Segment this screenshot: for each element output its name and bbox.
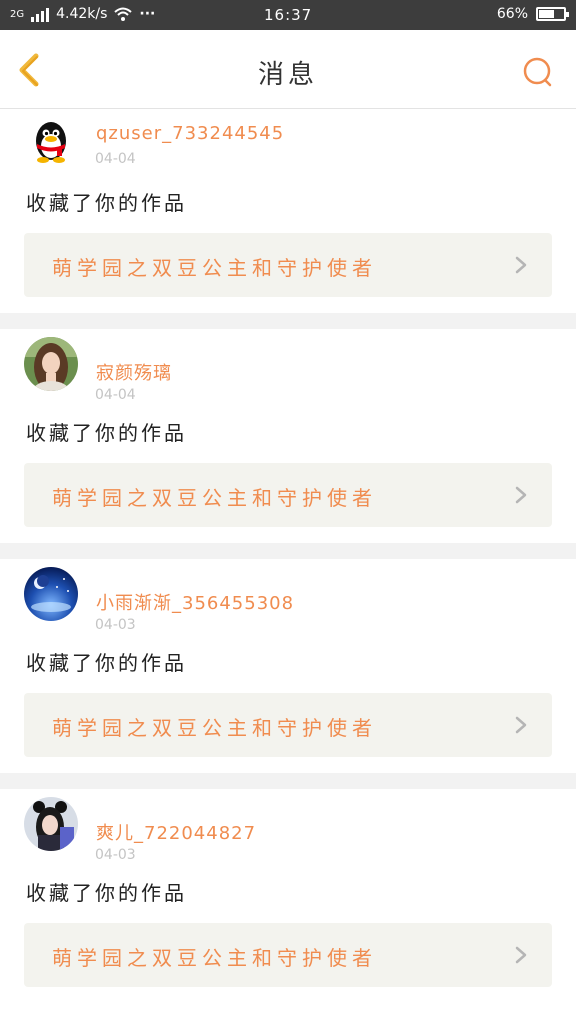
network-label: 2G xyxy=(10,8,25,20)
girl-photo-avatar[interactable] xyxy=(24,337,78,391)
battery-percent: 66% xyxy=(496,6,528,22)
wifi-icon xyxy=(114,7,133,21)
work-link[interactable]: 萌学园之双豆公主和守护使者 xyxy=(24,693,552,757)
work-title: 萌学园之双豆公主和守护使者 xyxy=(52,946,377,970)
message-card: 寂颜殇璃 04-04 收藏了你的作品 萌学园之双豆公主和守护使者 xyxy=(0,329,576,543)
penguin-avatar[interactable] xyxy=(24,113,78,167)
battery-icon xyxy=(536,7,569,21)
work-link[interactable]: 萌学园之双豆公主和守护使者 xyxy=(24,233,552,297)
chevron-right-icon xyxy=(515,946,527,964)
message-list: qzuser_733244545 04-04 收藏了你的作品 萌学园之双豆公主和… xyxy=(0,109,576,987)
chevron-right-icon xyxy=(515,486,527,504)
message-date: 04-03 xyxy=(95,847,136,863)
girl-ears-avatar[interactable] xyxy=(24,797,78,851)
work-title: 萌学园之双豆公主和守护使者 xyxy=(52,486,377,510)
work-title: 萌学园之双豆公主和守护使者 xyxy=(52,716,377,740)
work-title: 萌学园之双豆公主和守护使者 xyxy=(52,256,377,280)
action-text: 收藏了你的作品 xyxy=(26,881,187,905)
action-text: 收藏了你的作品 xyxy=(26,421,187,445)
divider xyxy=(0,313,576,329)
signal-icon xyxy=(31,8,50,22)
message-card: 小雨渐渐_356455308 04-03 收藏了你的作品 萌学园之双豆公主和守护… xyxy=(0,559,576,773)
more-indicator: ··· xyxy=(139,6,156,22)
moon-night-avatar[interactable] xyxy=(24,567,78,621)
page-title: 消息 xyxy=(257,60,318,90)
status-bar: 2G 4.42k/s ··· 16:37 66% xyxy=(0,0,576,30)
username[interactable]: 小雨渐渐_356455308 xyxy=(96,589,294,615)
username[interactable]: 爽儿_722044827 xyxy=(96,819,256,845)
clock: 16:37 xyxy=(264,6,313,24)
work-link[interactable]: 萌学园之双豆公主和守护使者 xyxy=(24,923,552,987)
message-date: 04-04 xyxy=(95,387,136,403)
network-speed: 4.42k/s xyxy=(56,6,108,22)
work-link[interactable]: 萌学园之双豆公主和守护使者 xyxy=(24,463,552,527)
message-date: 04-04 xyxy=(95,151,136,167)
username[interactable]: qzuser_733244545 xyxy=(96,123,284,144)
divider xyxy=(0,543,576,559)
nav-header: 消息 xyxy=(0,30,576,109)
message-card: qzuser_733244545 04-04 收藏了你的作品 萌学园之双豆公主和… xyxy=(0,109,576,313)
action-text: 收藏了你的作品 xyxy=(26,191,187,215)
search-button[interactable] xyxy=(522,56,554,88)
chevron-right-icon xyxy=(515,716,527,734)
action-text: 收藏了你的作品 xyxy=(26,651,187,675)
search-icon xyxy=(523,57,552,87)
message-date: 04-03 xyxy=(95,617,136,633)
message-card: 爽儿_722044827 04-03 收藏了你的作品 萌学园之双豆公主和守护使者 xyxy=(0,789,576,987)
divider xyxy=(0,773,576,789)
username[interactable]: 寂颜殇璃 xyxy=(96,359,172,385)
chevron-right-icon xyxy=(515,256,527,274)
